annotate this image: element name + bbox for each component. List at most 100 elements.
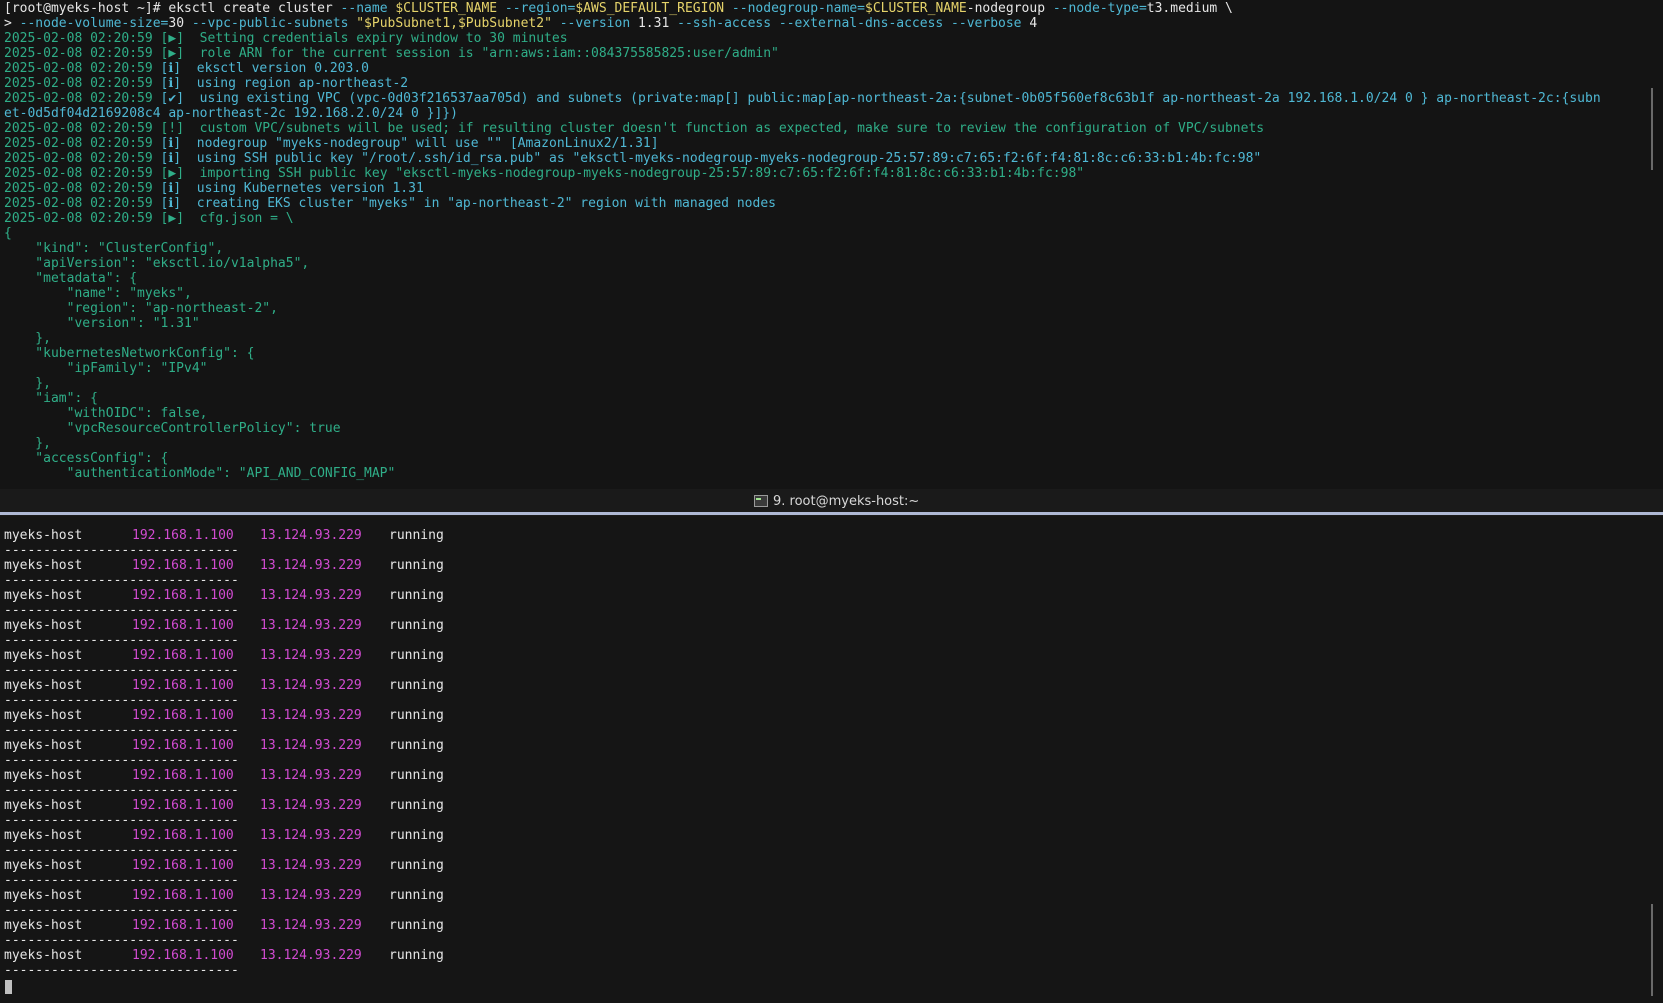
instance-private-ip: 192.168.1.100: [132, 618, 234, 633]
instance-row: myeks-host 192.168.1.100 13.124.93.229 runn…: [4, 678, 504, 693]
json-line: "accessConfig": {: [4, 451, 169, 466]
instance-public-ip: 13.124.93.229: [260, 798, 362, 813]
scrollbar-bottom[interactable]: [1651, 904, 1653, 996]
row-separator: ------------------------------: [4, 873, 239, 888]
log-message: using Kubernetes version 1.31: [181, 181, 424, 196]
instance-host: myeks-host: [4, 708, 83, 723]
row-separator: ------------------------------: [4, 543, 239, 558]
pane-title: 9. root@myeks-host:~: [754, 493, 919, 511]
instance-row: myeks-host 192.168.1.100 13.124.93.229 runn…: [4, 858, 504, 873]
json-line: "ipFamily": "IPv4": [4, 361, 208, 376]
instance-host: myeks-host: [4, 828, 83, 843]
instance-private-ip: 192.168.1.100: [132, 948, 234, 963]
log-message: using region ap-northeast-2: [181, 76, 409, 91]
instance-private-ip: 192.168.1.100: [132, 588, 234, 603]
row-separator: ------------------------------: [4, 663, 239, 678]
instance-host: myeks-host: [4, 768, 83, 783]
row-separator: ------------------------------: [4, 843, 239, 858]
instance-state: running: [389, 708, 444, 723]
instance-state: running: [389, 528, 444, 543]
log-line: 2025-02-08 02:20:59 [▶] cfg.json = \: [4, 211, 294, 226]
instance-public-ip: 13.124.93.229: [260, 858, 362, 873]
instance-state: running: [389, 798, 444, 813]
log-marker: [▶]: [160, 166, 185, 181]
instance-public-ip: 13.124.93.229: [260, 738, 362, 753]
log-marker: [▶]: [160, 31, 185, 46]
log-timestamp: 2025-02-08 02:20:59: [4, 196, 153, 211]
row-separator: ------------------------------: [4, 903, 239, 918]
row-separator: ------------------------------: [4, 723, 239, 738]
log-line: 2025-02-08 02:20:59 [✔] using existing V…: [4, 91, 1601, 106]
instance-state: running: [389, 858, 444, 873]
instance-public-ip: 13.124.93.229: [260, 708, 362, 723]
row-separator: ------------------------------: [4, 753, 239, 768]
command-line: [root@myeks-host ~]# eksctl create clust…: [4, 1, 1233, 16]
log-line: et-0d5df04d2169208c4 ap-northeast-2c 192…: [4, 106, 458, 121]
instance-host: myeks-host: [4, 588, 83, 603]
json-line: "name": "myeks",: [4, 286, 192, 301]
instance-row: myeks-host 192.168.1.100 13.124.93.229 runn…: [4, 708, 504, 723]
json-line: "kubernetesNetworkConfig": {: [4, 346, 255, 361]
instance-private-ip: 192.168.1.100: [132, 708, 234, 723]
log-message: creating EKS cluster "myeks" in "ap-nort…: [181, 196, 776, 211]
instance-host: myeks-host: [4, 798, 83, 813]
instance-host: myeks-host: [4, 738, 83, 753]
instance-row: myeks-host 192.168.1.100 13.124.93.229 runn…: [4, 768, 504, 783]
terminal-pane-top[interactable]: [root@myeks-host ~]# eksctl create clust…: [0, 0, 1663, 489]
row-separator: ------------------------------: [4, 933, 239, 948]
instance-row: myeks-host 192.168.1.100 13.124.93.229 runn…: [4, 738, 504, 753]
json-line: "authenticationMode": "API_AND_CONFIG_MA…: [4, 466, 396, 481]
log-message: role ARN for the current session is "arn…: [184, 46, 779, 61]
log-line: 2025-02-08 02:20:59 [!] custom VPC/subne…: [4, 121, 1264, 136]
log-message: using SSH public key "/root/.ssh/id_rsa.…: [181, 151, 1262, 166]
terminal-pane-bottom[interactable]: myeks-host 192.168.1.100 13.124.93.229 runn…: [0, 516, 1663, 1003]
instance-host: myeks-host: [4, 858, 83, 873]
json-line: "withOIDC": false,: [4, 406, 208, 421]
instance-private-ip: 192.168.1.100: [132, 768, 234, 783]
log-message: et-0d5df04d2169208c4 ap-northeast-2c 192…: [4, 106, 458, 121]
instance-public-ip: 13.124.93.229: [260, 528, 362, 543]
pane-title-bar[interactable]: 9. root@myeks-host:~: [0, 489, 1663, 516]
row-separator: ------------------------------: [4, 813, 239, 828]
log-timestamp: 2025-02-08 02:20:59: [4, 91, 153, 106]
instance-state: running: [389, 648, 444, 663]
instance-host: myeks-host: [4, 888, 83, 903]
json-line: },: [4, 436, 51, 451]
log-marker: [✔]: [160, 91, 185, 106]
text-cursor: [5, 980, 12, 994]
instance-host: myeks-host: [4, 918, 83, 933]
log-line: 2025-02-08 02:20:59 [▶] Setting credenti…: [4, 31, 568, 46]
instance-state: running: [389, 918, 444, 933]
instance-public-ip: 13.124.93.229: [260, 918, 362, 933]
log-marker: [ℹ]: [160, 151, 182, 166]
log-message: eksctl version 0.203.0: [181, 61, 369, 76]
instance-state: running: [389, 948, 444, 963]
log-message: Setting credentials expiry window to 30 …: [184, 31, 568, 46]
log-line: 2025-02-08 02:20:59 [ℹ] using SSH public…: [4, 151, 1261, 166]
log-timestamp: 2025-02-08 02:20:59: [4, 181, 153, 196]
log-timestamp: 2025-02-08 02:20:59: [4, 31, 153, 46]
instance-public-ip: 13.124.93.229: [260, 648, 362, 663]
instance-private-ip: 192.168.1.100: [132, 738, 234, 753]
log-timestamp: 2025-02-08 02:20:59: [4, 61, 153, 76]
instance-row: myeks-host 192.168.1.100 13.124.93.229 runn…: [4, 648, 504, 663]
instance-row: myeks-host 192.168.1.100 13.124.93.229 runn…: [4, 588, 504, 603]
log-timestamp: 2025-02-08 02:20:59: [4, 211, 153, 226]
instance-public-ip: 13.124.93.229: [260, 828, 362, 843]
instance-public-ip: 13.124.93.229: [260, 588, 362, 603]
scrollbar-top[interactable]: [1651, 88, 1653, 170]
instance-public-ip: 13.124.93.229: [260, 948, 362, 963]
instance-row: myeks-host 192.168.1.100 13.124.93.229 runn…: [4, 618, 504, 633]
instance-state: running: [389, 618, 444, 633]
instance-host: myeks-host: [4, 948, 83, 963]
instance-host: myeks-host: [4, 678, 83, 693]
json-line: "region": "ap-northeast-2",: [4, 301, 278, 316]
instance-host: myeks-host: [4, 648, 83, 663]
instance-private-ip: 192.168.1.100: [132, 678, 234, 693]
terminal-icon: [754, 495, 768, 507]
json-line: "kind": "ClusterConfig",: [4, 241, 224, 256]
log-marker: [ℹ]: [160, 181, 182, 196]
instance-row: myeks-host 192.168.1.100 13.124.93.229 runn…: [4, 528, 504, 543]
json-line: "version": "1.31": [4, 316, 200, 331]
instance-public-ip: 13.124.93.229: [260, 558, 362, 573]
